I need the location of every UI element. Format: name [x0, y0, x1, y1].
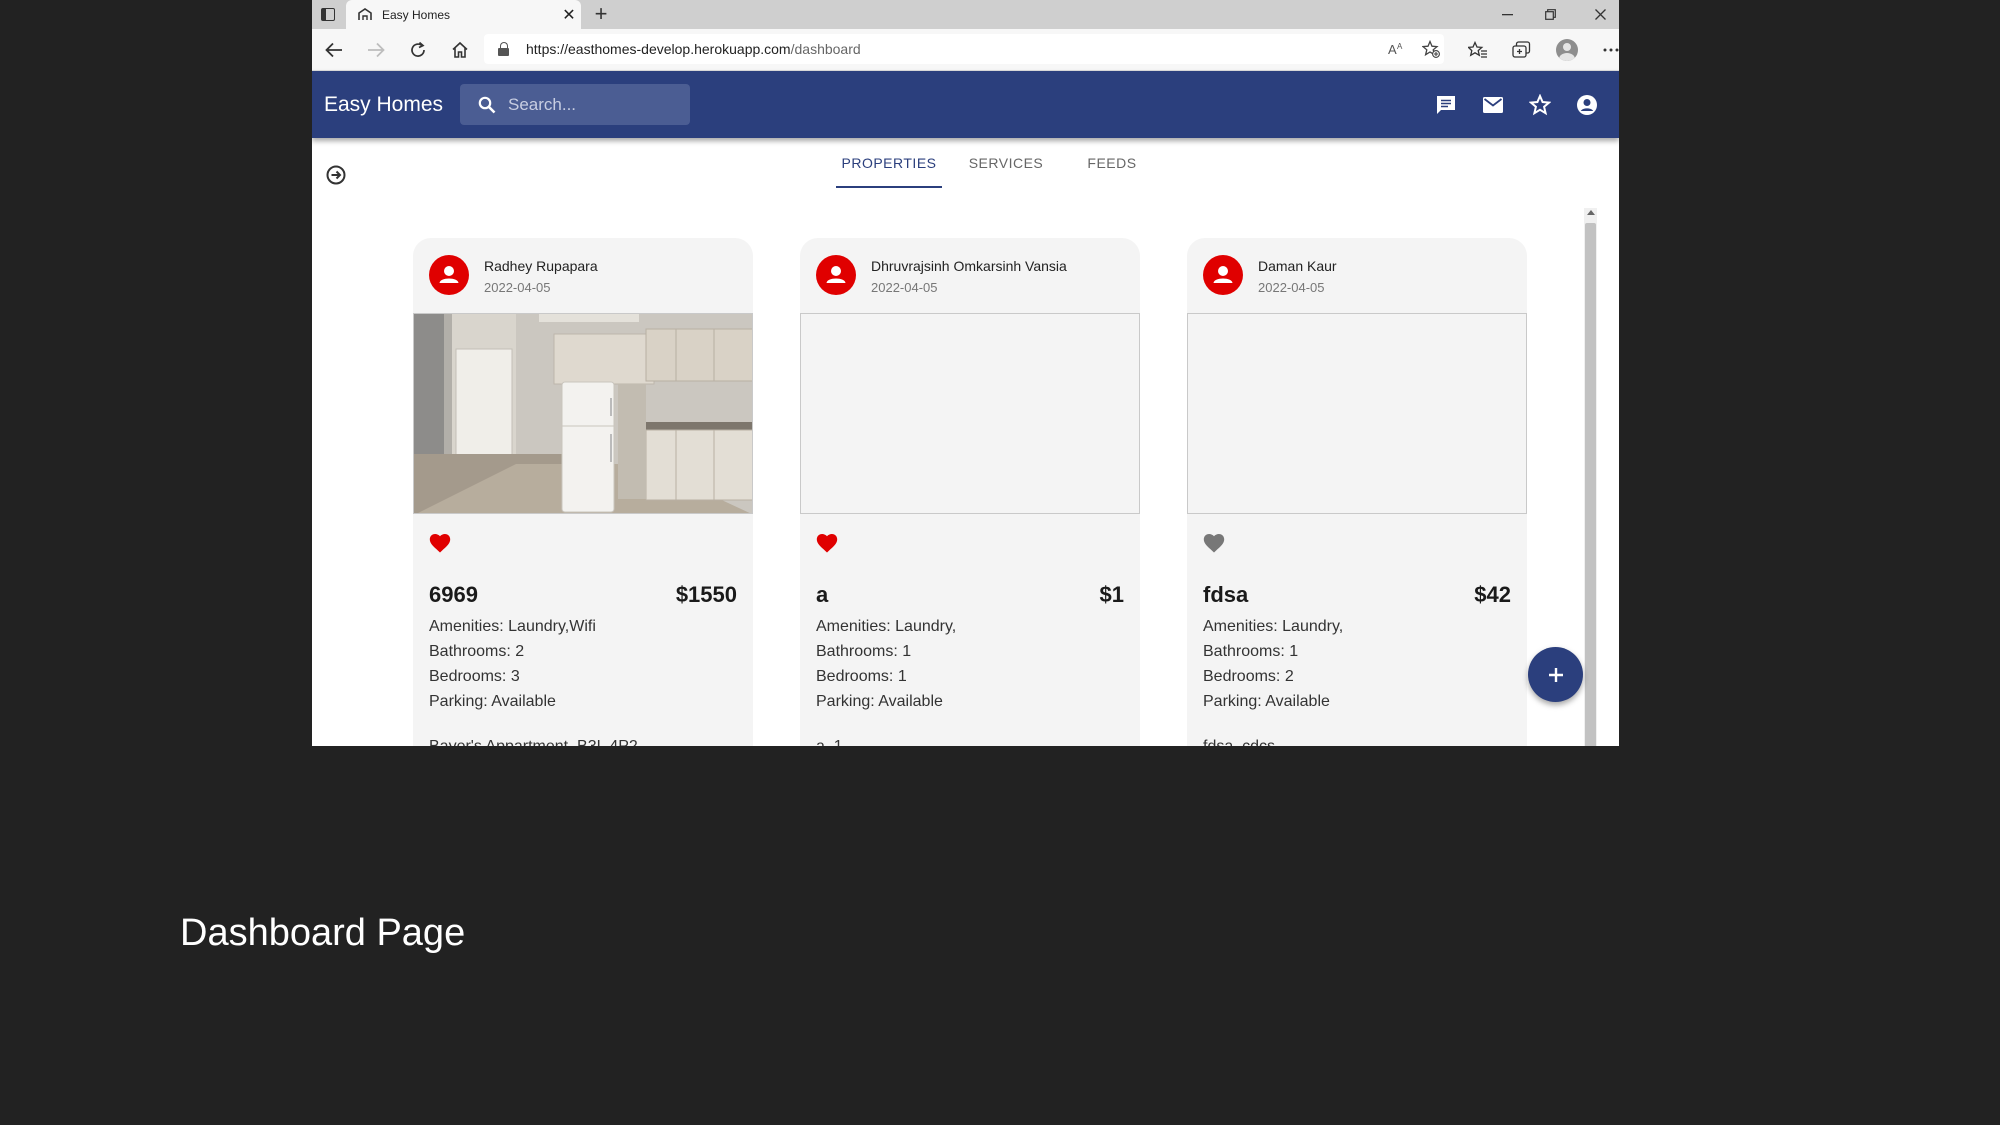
add-favorite-icon[interactable]	[1416, 34, 1446, 64]
favorite-heart-icon[interactable]	[1202, 532, 1226, 554]
property-amenities: Amenities: Laundry,	[1203, 618, 1344, 635]
site-favicon-icon	[358, 8, 374, 22]
tab-close-icon[interactable]: ✕	[557, 5, 581, 25]
property-image-placeholder[interactable]	[800, 313, 1140, 514]
search-input[interactable]	[506, 93, 680, 116]
favorite-heart-icon[interactable]	[428, 532, 452, 554]
add-property-button[interactable]	[1528, 647, 1583, 702]
slide-caption: Dashboard Page	[180, 912, 466, 954]
tab-title: Easy Homes	[382, 7, 451, 22]
more-icon[interactable]	[1593, 29, 1619, 70]
address-bar[interactable]: https://easthomes-develop.herokuapp.com/…	[484, 34, 1444, 64]
divider	[312, 746, 1619, 750]
tab-feeds[interactable]: FEEDS	[1060, 140, 1164, 186]
property-bathrooms: Bathrooms: 2	[429, 643, 525, 660]
browser-tab[interactable]: Easy Homes ✕	[346, 0, 581, 29]
property-bedrooms: Bedrooms: 1	[816, 668, 907, 685]
read-aloud-icon[interactable]: AA	[1382, 34, 1412, 64]
svg-text:A: A	[1388, 42, 1397, 56]
property-price: $1	[1099, 582, 1124, 607]
restore-icon[interactable]	[1530, 0, 1570, 29]
property-list: Radhey Rupapara 2022-04-05 6969 $1550 Am…	[312, 200, 1619, 750]
lock-icon	[498, 42, 510, 56]
minimize-icon[interactable]	[1487, 0, 1527, 29]
property-name: a	[816, 582, 829, 607]
close-icon[interactable]	[1580, 0, 1619, 29]
property-bathrooms: Bathrooms: 1	[1203, 643, 1299, 660]
card-date: 2022-04-05	[871, 280, 938, 295]
tab-label: SERVICES	[968, 155, 1044, 171]
tab-actions-icon[interactable]	[312, 0, 344, 29]
browser-window: Easy Homes ✕ + https://easthomes-develop…	[312, 0, 1619, 750]
star-icon[interactable]	[1520, 71, 1560, 138]
brand-title[interactable]: Easy Homes	[324, 71, 443, 138]
property-parking: Parking: Available	[429, 693, 556, 710]
forward-icon[interactable]	[356, 29, 396, 70]
mail-icon[interactable]	[1473, 71, 1513, 138]
property-card[interactable]: Radhey Rupapara 2022-04-05 6969 $1550 Am…	[413, 238, 753, 750]
vertical-scrollbar[interactable]	[1584, 208, 1597, 750]
new-tab-button[interactable]: +	[586, 0, 616, 29]
property-card[interactable]: Dhruvrajsinh Omkarsinh Vansia 2022-04-05…	[800, 238, 1140, 750]
card-author: Radhey Rupapara	[484, 258, 598, 274]
url-text: https://easthomes-develop.herokuapp.com/…	[526, 41, 861, 57]
favorite-heart-icon[interactable]	[815, 532, 839, 554]
card-date: 2022-04-05	[1258, 280, 1325, 295]
avatar[interactable]	[816, 255, 856, 295]
chat-icon[interactable]	[1426, 71, 1466, 138]
section-tabs: PROPERTIES SERVICES FEEDS	[312, 140, 1619, 188]
property-amenities: Amenities: Laundry,	[816, 618, 957, 635]
refresh-icon[interactable]	[398, 29, 438, 70]
avatar[interactable]	[429, 255, 469, 295]
search-box[interactable]	[460, 84, 690, 125]
person-icon	[1213, 266, 1233, 283]
svg-text:A: A	[1397, 42, 1403, 51]
person-icon	[826, 266, 846, 283]
property-parking: Parking: Available	[816, 693, 943, 710]
home-icon[interactable]	[440, 29, 480, 70]
browser-toolbar: https://easthomes-develop.herokuapp.com/…	[312, 29, 1619, 71]
property-image-placeholder[interactable]	[1187, 313, 1527, 514]
card-date: 2022-04-05	[484, 280, 551, 295]
avatar[interactable]	[1203, 255, 1243, 295]
browser-tab-bar: Easy Homes ✕ +	[312, 0, 1619, 29]
property-name: fdsa	[1203, 582, 1249, 607]
property-bathrooms: Bathrooms: 1	[816, 643, 912, 660]
property-bedrooms: Bedrooms: 2	[1203, 668, 1294, 685]
card-author: Dhruvrajsinh Omkarsinh Vansia	[871, 258, 1067, 274]
profile-icon[interactable]	[1549, 29, 1585, 70]
property-amenities: Amenities: Laundry,Wifi	[429, 618, 596, 635]
property-image[interactable]	[413, 313, 753, 514]
favorites-icon[interactable]	[1460, 29, 1496, 70]
property-parking: Parking: Available	[1203, 693, 1330, 710]
card-author: Daman Kaur	[1258, 258, 1337, 274]
property-bedrooms: Bedrooms: 3	[429, 668, 520, 685]
tab-services[interactable]: SERVICES	[952, 140, 1060, 186]
collections-icon[interactable]	[1504, 29, 1540, 70]
property-card[interactable]: Daman Kaur 2022-04-05 fdsa $42 Amenities…	[1187, 238, 1527, 750]
tab-label: PROPERTIES	[841, 155, 937, 171]
property-price: $42	[1474, 582, 1511, 607]
person-icon	[439, 266, 459, 283]
back-icon[interactable]	[314, 29, 354, 70]
property-name: 6969	[429, 582, 478, 607]
search-icon	[478, 96, 496, 113]
property-price: $1550	[675, 582, 737, 607]
account-circle-icon[interactable]	[1567, 71, 1607, 138]
app-header: Easy Homes	[312, 71, 1619, 138]
tab-label: FEEDS	[1087, 155, 1137, 171]
scrollbar-thumb[interactable]	[1585, 223, 1596, 750]
tab-properties[interactable]: PROPERTIES	[836, 140, 942, 188]
scroll-up-icon[interactable]	[1587, 210, 1595, 215]
plus-icon	[1548, 667, 1563, 682]
kitchen-photo	[414, 314, 752, 513]
